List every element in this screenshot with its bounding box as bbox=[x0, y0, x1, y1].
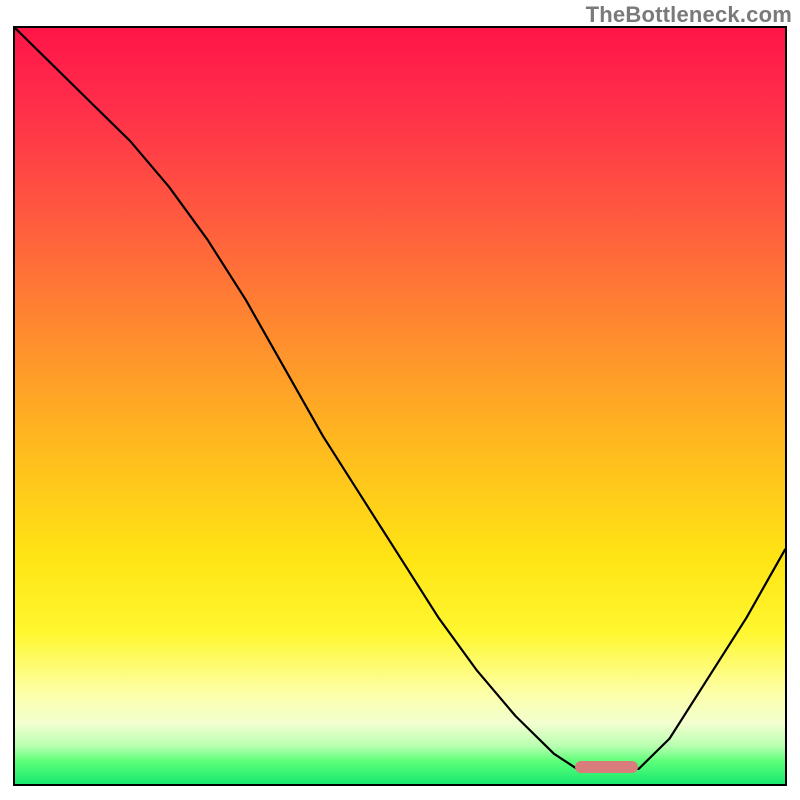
plot-area bbox=[13, 26, 787, 786]
optimum-marker bbox=[575, 761, 638, 773]
bottleneck-curve bbox=[15, 28, 785, 784]
curve-path bbox=[15, 28, 785, 769]
chart-frame: TheBottleneck.com bbox=[0, 0, 800, 800]
watermark-label: TheBottleneck.com bbox=[586, 2, 792, 28]
